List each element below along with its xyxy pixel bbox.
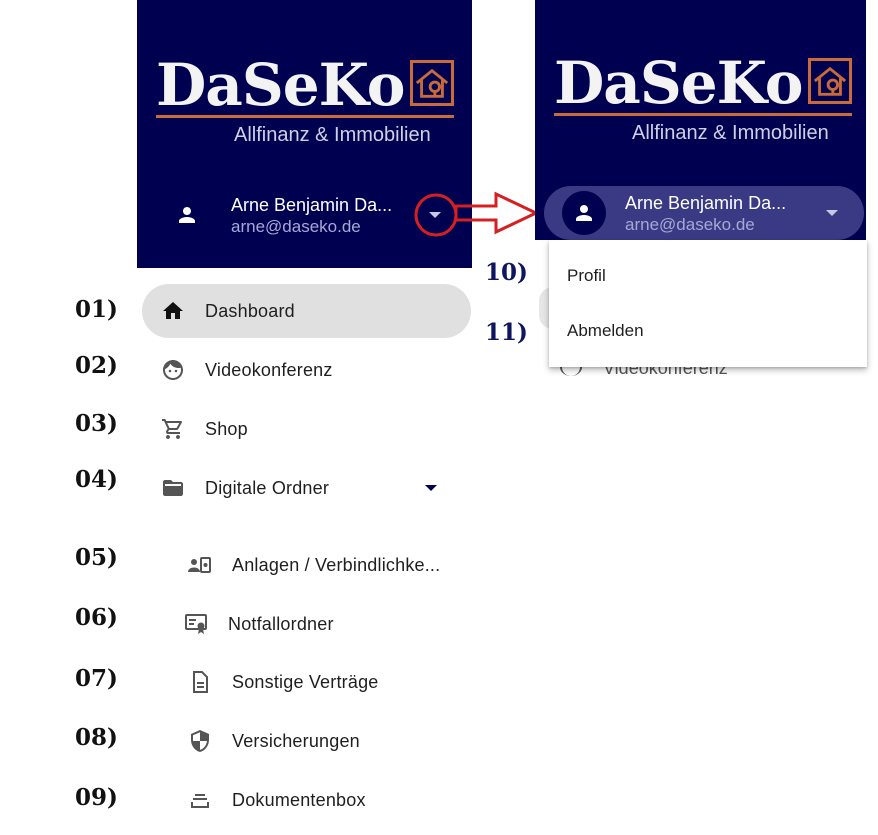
user-menu-caret-icon[interactable] [826,210,838,216]
user-profile[interactable]: Arne Benjamin Da... arne@daseko.de [165,193,392,237]
annotation-05: 05) [75,544,118,571]
logo-underline [156,115,454,118]
callout-arrow [414,191,540,237]
nav-subitem-notfallordner[interactable]: Notfallordner [170,597,470,651]
annotation-09: 09) [75,784,118,811]
logo-tagline: Allfinanz & Immobilien [234,124,431,146]
annotation-04: 04) [75,466,118,493]
logo-text: DaSeKo [554,49,803,117]
nav-label: Sonstige Verträge [232,671,379,692]
nav-label: Shop [205,418,248,439]
inbox-stack-icon [187,787,213,813]
logo-tagline: Allfinanz & Immobilien [632,122,829,144]
logo-house-icon [410,60,454,106]
nav-label: Dokumentenbox [232,789,366,810]
user-name: Arne Benjamin Da... [231,194,393,215]
nav-label: Notfallordner [228,613,334,634]
logo-house-icon [808,58,852,104]
shield-icon [187,728,213,754]
nav-item-dashboard[interactable]: Dashboard [142,284,471,338]
nav-item-shop[interactable]: Shop [142,402,471,456]
user-email: arne@daseko.de [231,216,361,236]
annotation-03: 03) [75,410,118,437]
contact-card-icon [186,552,212,578]
annotation-01: 01) [75,296,118,323]
nav-label: Dashboard [205,300,295,321]
nav-item-videokonferenz[interactable]: Videokonferenz [142,343,471,397]
face-icon [160,357,186,383]
annotation-02: 02) [75,352,118,379]
nav-subitem-anlagen[interactable]: Anlagen / Verbindlichke... [170,538,470,592]
user-name: Arne Benjamin Da... [625,192,787,213]
person-icon [179,207,195,223]
avatar [165,193,209,237]
home-icon [160,298,186,324]
annotation-06: 06) [75,604,118,631]
nav-subitem-dokumentenbox[interactable]: Dokumentenbox [170,773,470,827]
arrow-drop-down-icon[interactable] [425,485,437,491]
menu-item-abmelden[interactable]: Abmelden [549,306,867,356]
nav-label: Versicherungen [232,730,360,751]
person-icon [576,205,592,221]
nav-subitem-sonstige-vertraege[interactable]: Sonstige Verträge [170,655,470,709]
annotation-08: 08) [75,724,118,751]
nav-label: Digitale Ordner [205,477,330,498]
nav-label: Videokonferenz [205,359,333,380]
folder-icon [160,475,186,501]
menu-item-profil[interactable]: Profil [549,251,867,301]
nav-item-digitale-ordner[interactable]: Digitale Ordner [142,461,471,515]
user-dropdown-menu: Profil Abmelden [549,240,867,367]
annotation-10: 10) [485,259,528,286]
user-profile-expanded[interactable]: Arne Benjamin Da... arne@daseko.de [562,191,786,235]
avatar [562,191,606,235]
nav-label: Anlagen / Verbindlichke... [232,554,441,575]
cart-icon [160,416,186,442]
user-email: arne@daseko.de [625,214,755,234]
logo-text: DaSeKo [156,51,405,119]
annotation-07: 07) [75,665,118,692]
certificate-icon [183,611,209,637]
logo-underline [554,113,852,116]
document-icon [187,669,213,695]
nav-subitem-versicherungen[interactable]: Versicherungen [170,714,470,768]
annotation-11: 11) [485,319,528,346]
